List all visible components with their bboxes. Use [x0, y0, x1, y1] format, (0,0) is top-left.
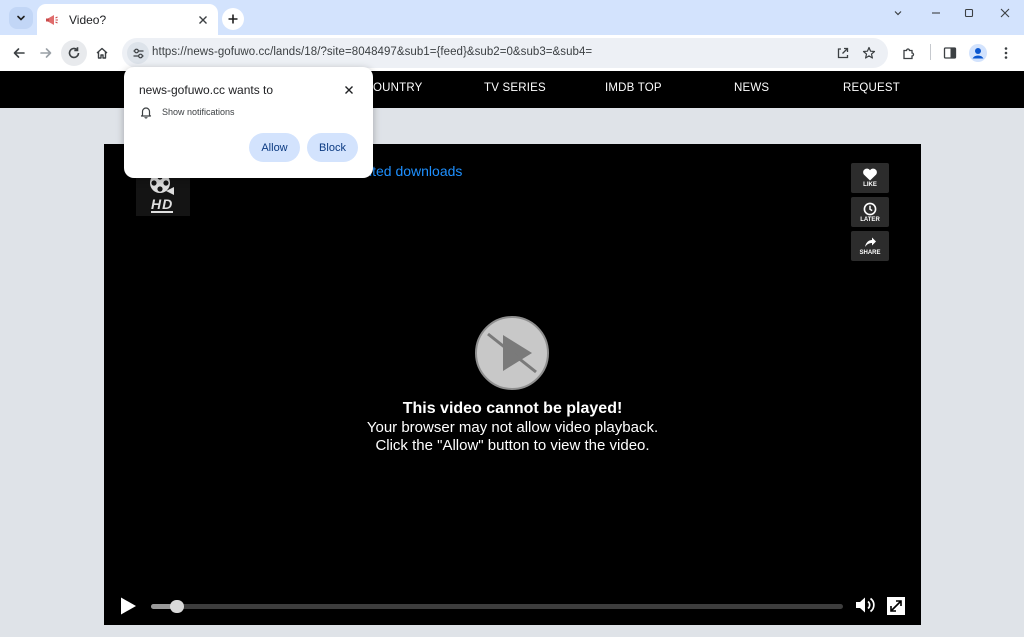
plus-icon	[228, 14, 238, 24]
notification-permission-popup: news-gofuwo.cc wants to Show notificatio…	[124, 67, 373, 178]
close-icon	[1000, 8, 1010, 18]
reload-button[interactable]	[61, 40, 87, 66]
tab-strip: Video?	[0, 0, 1024, 35]
browser-toolbar: https://news-gofuwo.cc/lands/18/?site=80…	[0, 35, 1024, 71]
extensions-button[interactable]	[895, 40, 921, 66]
share-button[interactable]: SHARE	[851, 231, 889, 261]
allow-button[interactable]: Allow	[249, 133, 300, 162]
heart-icon	[863, 168, 877, 181]
close-icon	[199, 15, 207, 24]
tune-icon	[133, 48, 143, 58]
tab-search-button[interactable]	[9, 7, 33, 29]
play-button[interactable]	[118, 596, 138, 616]
nav-item-request[interactable]: REQUEST	[843, 82, 900, 94]
arrow-right-icon	[40, 48, 52, 58]
tab-title: Video?	[69, 12, 107, 27]
chevron-down-icon	[894, 11, 902, 16]
nav-item-country[interactable]: OUNTRY	[373, 82, 423, 94]
like-label: LIKE	[863, 182, 877, 188]
nav-item-tv-series[interactable]: TV SERIES	[484, 82, 546, 94]
permission-title: news-gofuwo.cc wants to	[139, 83, 274, 97]
nav-item-imdb-top[interactable]: IMDB TOP	[605, 82, 662, 94]
progress-fill	[151, 604, 172, 609]
error-message-line2: Click the "Allow" button to view the vid…	[375, 437, 650, 454]
more-vertical-icon	[1004, 47, 1008, 59]
progress-bar[interactable]	[151, 600, 843, 613]
back-button[interactable]	[6, 40, 32, 66]
permission-item: Show notifications	[162, 107, 235, 117]
site-info-button[interactable]	[127, 42, 149, 64]
progress-thumb[interactable]	[170, 600, 184, 613]
megaphone-favicon-icon	[46, 14, 58, 25]
window-collapse-button[interactable]	[885, 4, 911, 22]
address-bar[interactable]: https://news-gofuwo.cc/lands/18/?site=80…	[122, 38, 888, 68]
permission-close-button[interactable]	[340, 81, 358, 99]
maximize-icon	[964, 8, 974, 18]
share-arrow-icon	[865, 237, 876, 247]
hd-logo-text: HD	[151, 196, 174, 213]
like-button[interactable]: LIKE	[851, 163, 889, 193]
active-tab[interactable]: Video?	[37, 4, 218, 35]
nav-item-news[interactable]: NEWS	[734, 82, 769, 94]
share-label: SHARE	[859, 250, 881, 256]
block-button[interactable]: Block	[307, 133, 358, 162]
volume-icon[interactable]	[854, 595, 876, 615]
chevron-down-icon	[17, 15, 25, 21]
forward-button[interactable]	[33, 40, 59, 66]
avatar-icon	[969, 44, 987, 62]
close-icon	[345, 86, 353, 94]
arrow-left-icon	[13, 48, 25, 58]
minimize-icon	[932, 12, 940, 14]
downloads-link[interactable]: ited downloads	[369, 163, 462, 179]
star-icon	[862, 46, 876, 59]
maximize-button[interactable]	[956, 4, 982, 22]
url-text[interactable]: https://news-gofuwo.cc/lands/18/?site=80…	[152, 46, 592, 58]
tab-close-button[interactable]	[194, 11, 212, 29]
bell-icon	[140, 107, 152, 119]
bookmark-button[interactable]	[859, 43, 879, 63]
clock-icon	[863, 202, 877, 215]
home-icon	[96, 47, 108, 59]
menu-button[interactable]	[993, 40, 1019, 66]
reload-icon	[68, 47, 80, 59]
later-label: LATER	[860, 216, 880, 223]
toolbar-separator	[930, 44, 931, 60]
share-page-button[interactable]	[833, 43, 853, 63]
share-icon	[837, 47, 849, 59]
error-title: This video cannot be played!	[402, 400, 623, 417]
watch-later-button[interactable]: LATER	[851, 197, 889, 227]
home-button[interactable]	[89, 40, 115, 66]
window-close-button[interactable]	[992, 4, 1018, 22]
minimize-button[interactable]	[923, 4, 949, 22]
puzzle-icon	[902, 47, 914, 59]
side-panel-icon	[943, 47, 957, 59]
error-message-line1: Your browser may not allow video playbac…	[366, 419, 659, 436]
video-player[interactable]: HD ited downloads LIKE LATER SHARE This …	[104, 144, 921, 625]
new-tab-button[interactable]	[222, 8, 244, 30]
side-panel-button[interactable]	[937, 40, 963, 66]
blocked-play-icon[interactable]	[474, 315, 550, 391]
fullscreen-icon[interactable]	[886, 596, 906, 616]
profile-button[interactable]	[965, 40, 991, 66]
